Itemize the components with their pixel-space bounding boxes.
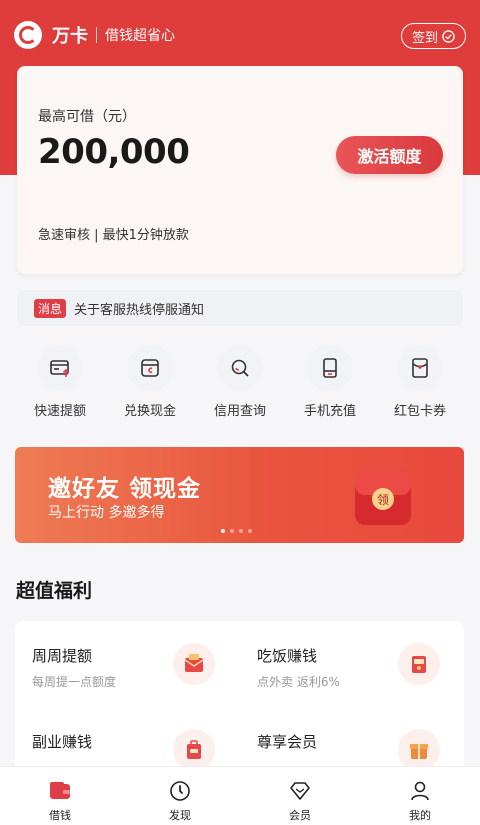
banner-title: 邀好友 领现金: [48, 476, 202, 502]
quick-action-label: 快速提额: [33, 404, 86, 419]
carousel-dot[interactable]: [248, 529, 252, 533]
bottom-tab-bar: 借钱 发现 会员 我的: [0, 766, 480, 825]
tab-label: 借钱: [49, 809, 71, 822]
credit-subtitle: 急速审核 | 最快1分钟放款: [38, 228, 189, 243]
notice-bar[interactable]: 消息 关于客服热线停服通知: [17, 290, 463, 326]
app-header: 万卡 借钱超省心 签到: [0, 0, 480, 70]
tab-label: 我的: [409, 809, 431, 822]
wallet-icon: [127, 345, 173, 391]
notice-text: 关于客服热线停服通知: [74, 302, 205, 318]
benefit-weekly-raise[interactable]: 周周提额 每周提一点额度: [15, 621, 239, 707]
brand-logo-icon: [14, 21, 42, 49]
quick-action-label: 信用查询: [213, 404, 266, 419]
gift-icon: [398, 729, 440, 771]
quick-action-label: 兑换现金: [123, 404, 176, 419]
tab-member[interactable]: 会员: [240, 767, 360, 825]
quick-actions: 快速提额 兑换现金 信用查询 手机充值 红包卡券: [15, 345, 465, 425]
signin-button[interactable]: 签到: [400, 23, 466, 49]
benefits-section-title: 超值福利: [16, 580, 93, 602]
activate-limit-button[interactable]: 激活额度: [336, 136, 443, 174]
credit-limit-label: 最高可借（元）: [38, 109, 136, 125]
notice-tag: 消息: [34, 298, 67, 318]
diamond-icon: [290, 782, 310, 800]
quick-action-credit-query[interactable]: 信用查询: [195, 345, 285, 425]
wallet-tab-icon: [50, 782, 70, 799]
benefit-title: 尊享会员: [257, 733, 318, 751]
quick-action-raise-limit[interactable]: 快速提额: [15, 345, 105, 425]
user-icon: [411, 781, 429, 801]
quick-action-label: 红包卡券: [393, 404, 446, 419]
check-circle-icon: [442, 29, 455, 43]
brand-slogan: 借钱超省心: [105, 28, 175, 44]
benefit-title: 周周提额: [32, 647, 93, 665]
benefit-eat-earn[interactable]: 吃饭赚钱 点外卖 返利6%: [240, 621, 464, 707]
carousel-dot[interactable]: [230, 529, 234, 533]
gift-text: 领: [377, 493, 389, 507]
red-envelope-gift-icon: 领: [355, 471, 411, 525]
benefit-desc: 点外卖 返利6%: [257, 675, 340, 689]
credit-limit-amount: 200,000: [38, 132, 190, 172]
benefit-title: 吃饭赚钱: [257, 647, 318, 665]
brand-name: 万卡: [52, 26, 88, 47]
tab-mine[interactable]: 我的: [360, 767, 480, 825]
briefcase-icon: [173, 729, 215, 771]
signin-label: 签到: [411, 30, 438, 46]
envelope-icon: [173, 643, 215, 685]
credit-limit-card: 最高可借（元） 200,000 激活额度 急速审核 | 最快1分钟放款: [17, 66, 463, 274]
search-icon: [217, 345, 263, 391]
benefit-title: 副业赚钱: [32, 733, 93, 751]
quick-action-exchange-cash[interactable]: 兑换现金: [105, 345, 195, 425]
card-up-icon: [37, 345, 83, 391]
quick-action-phone-topup[interactable]: 手机充值: [285, 345, 375, 425]
tab-label: 会员: [289, 809, 311, 822]
carousel-dots: [221, 529, 252, 533]
invite-banner[interactable]: 邀好友 领现金 马上行动 多邀多得 领: [15, 447, 464, 543]
food-icon: [398, 643, 440, 685]
benefits-grid: 周周提额 每周提一点额度 吃饭赚钱 点外卖 返利6% 副业赚钱 尊享会员: [15, 621, 464, 771]
quick-action-coupons[interactable]: 红包卡券: [375, 345, 465, 425]
phone-icon: [307, 345, 353, 391]
carousel-dot[interactable]: [221, 529, 225, 533]
tab-borrow[interactable]: 借钱: [0, 767, 120, 825]
carousel-dot[interactable]: [239, 529, 243, 533]
banner-subtitle: 马上行动 多邀多得: [48, 505, 165, 521]
benefit-desc: 每周提一点额度: [32, 675, 117, 689]
tab-discover[interactable]: 发现: [120, 767, 240, 825]
quick-action-label: 手机充值: [303, 404, 356, 419]
compass-icon: [170, 781, 190, 801]
red-envelope-icon: [397, 345, 443, 391]
header-divider: [96, 27, 97, 43]
tab-label: 发现: [169, 809, 191, 822]
